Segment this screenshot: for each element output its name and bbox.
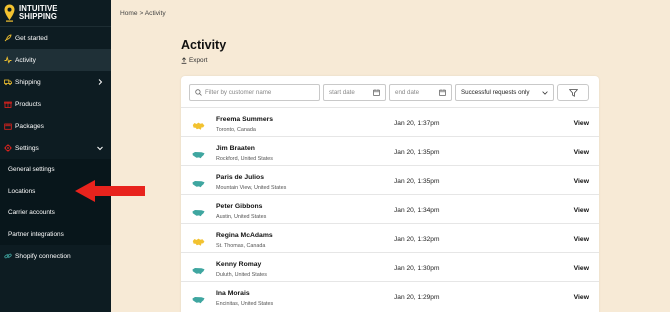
status-select[interactable]: Successful requests only: [455, 84, 554, 101]
filter-button[interactable]: [557, 84, 589, 101]
sidebar: INTUITIVE SHIPPING Get started Activity …: [0, 0, 111, 312]
sidebar-item-label: Products: [15, 100, 42, 108]
sidebar-item-shopify-connection[interactable]: Shopify connection: [0, 245, 111, 267]
sidebar-item-label: Settings: [15, 144, 39, 152]
sidebar-item-get-started[interactable]: Get started: [0, 27, 111, 49]
export-button[interactable]: Export: [181, 57, 207, 64]
customer-name: Regina McAdams: [216, 232, 273, 239]
customer-name: Peter Gibbons: [216, 203, 263, 210]
customer-name: Paris de Julios: [216, 174, 264, 181]
usa-map-icon: [192, 176, 205, 188]
annotation-arrow-icon: [75, 180, 145, 202]
customer-name: Jim Braaten: [216, 145, 255, 152]
filter-bar: Filter by customer name start date end d…: [189, 84, 591, 101]
sidebar-item-label: Shipping: [15, 78, 41, 86]
box-icon: [4, 122, 12, 130]
brand-line-2: SHIPPING: [19, 12, 58, 21]
sidebar-item-packages[interactable]: Packages: [0, 115, 111, 137]
sidebar-item-label: Packages: [15, 122, 44, 130]
start-date-placeholder: start date: [329, 89, 355, 96]
usa-map-icon: [192, 147, 205, 159]
sidebar-item-settings[interactable]: Settings: [0, 137, 111, 159]
gear-icon: [4, 144, 12, 152]
sidebar-subitem-carrier-accounts[interactable]: Carrier accounts: [0, 202, 111, 224]
customer-location: Toronto, Canada: [216, 127, 256, 133]
usa-map-icon: [192, 205, 205, 217]
search-icon: [195, 89, 202, 96]
customer-location: Mountain View, United States: [216, 185, 287, 191]
rocket-icon: [4, 34, 12, 42]
view-link[interactable]: View: [574, 265, 589, 272]
sidebar-item-products[interactable]: Products: [0, 93, 111, 115]
chevron-down-icon: [542, 91, 548, 95]
pulse-icon: [4, 56, 12, 64]
location-pin-logo-icon: [4, 4, 15, 22]
main-content: Home > Activity Activity Export Filter b…: [111, 0, 670, 312]
request-date: Jan 20, 1:34pm: [394, 207, 440, 214]
search-placeholder: Filter by customer name: [205, 89, 272, 96]
sidebar-subitem-partner-integrations[interactable]: Partner integrations: [0, 223, 111, 245]
upload-icon: [181, 57, 187, 64]
request-date: Jan 20, 1:30pm: [394, 265, 440, 272]
truck-icon: [4, 78, 12, 86]
link-icon: [4, 252, 12, 260]
funnel-icon: [568, 88, 578, 97]
customer-location: St. Thomas, Canada: [216, 243, 266, 249]
canada-map-icon: [192, 118, 205, 130]
chevron-down-icon: [97, 146, 103, 151]
request-date: Jan 20, 1:32pm: [394, 236, 440, 243]
view-link[interactable]: View: [574, 178, 589, 185]
activity-row[interactable]: Regina McAdams St. Thomas, Canada Jan 20, …: [181, 223, 599, 252]
request-date: Jan 20, 1:35pm: [394, 149, 440, 156]
search-input[interactable]: Filter by customer name: [189, 84, 320, 101]
customer-location: Duluth, United States: [216, 272, 267, 278]
sidebar-subitem-general-settings[interactable]: General settings: [0, 159, 111, 181]
activity-row[interactable]: Peter Gibbons Austin, United States Jan 20…: [181, 194, 599, 223]
customer-name: Kenny Romay: [216, 261, 262, 268]
sidebar-item-label: Shopify connection: [15, 252, 71, 260]
activity-row[interactable]: Freema Summers Toronto, Canada Jan 20, 1:3…: [181, 107, 599, 136]
activity-row[interactable]: Paris de Julios Mountain View, United Sta…: [181, 165, 599, 194]
activity-row[interactable]: Jim Braaten Rockford, United States Jan 20…: [181, 136, 599, 165]
request-date: Jan 20, 1:37pm: [394, 120, 440, 127]
view-link[interactable]: View: [574, 294, 589, 301]
end-date-input[interactable]: end date: [389, 84, 452, 101]
customer-location: Rockford, United States: [216, 156, 273, 162]
calendar-icon: [439, 89, 446, 96]
sidebar-item-label: Get started: [15, 34, 48, 42]
view-link[interactable]: View: [574, 149, 589, 156]
activity-row[interactable]: Kenny Romay Duluth, United States Jan 20, …: [181, 252, 599, 281]
view-link[interactable]: View: [574, 236, 589, 243]
page-title: Activity: [181, 38, 227, 52]
view-link[interactable]: View: [574, 207, 589, 214]
calendar-icon: [373, 89, 380, 96]
canada-map-icon: [192, 234, 205, 246]
gift-icon: [4, 100, 12, 108]
breadcrumb-home[interactable]: Home: [120, 10, 138, 17]
request-date: Jan 20, 1:35pm: [394, 178, 440, 185]
activity-row[interactable]: Ina Morais Encinitas, United States Jan 20…: [181, 281, 599, 310]
request-date: Jan 20, 1:29pm: [394, 294, 440, 301]
customer-name: Freema Summers: [216, 116, 274, 123]
customer-name: Ina Morais: [216, 290, 250, 297]
breadcrumb: Home > Activity: [120, 10, 166, 17]
sidebar-item-label: Activity: [15, 56, 36, 64]
view-link[interactable]: View: [574, 120, 589, 127]
end-date-placeholder: end date: [395, 89, 420, 96]
breadcrumb-separator: >: [139, 10, 144, 17]
customer-location: Austin, United States: [216, 214, 267, 220]
sidebar-item-shipping[interactable]: Shipping: [0, 71, 111, 93]
usa-map-icon: [192, 292, 205, 304]
usa-map-icon: [192, 263, 205, 275]
sidebar-item-activity[interactable]: Activity: [0, 49, 111, 71]
chevron-right-icon: [98, 79, 103, 85]
brand-logo[interactable]: INTUITIVE SHIPPING: [0, 0, 111, 27]
status-select-value: Successful requests only: [461, 89, 530, 96]
activity-card: Filter by customer name start date end d…: [181, 76, 599, 312]
customer-location: Encinitas, United States: [216, 301, 274, 307]
activity-list: Freema Summers Toronto, Canada Jan 20, 1:3…: [181, 107, 599, 310]
export-label: Export: [189, 57, 208, 64]
breadcrumb-current: Activity: [144, 10, 166, 17]
start-date-input[interactable]: start date: [323, 84, 386, 101]
